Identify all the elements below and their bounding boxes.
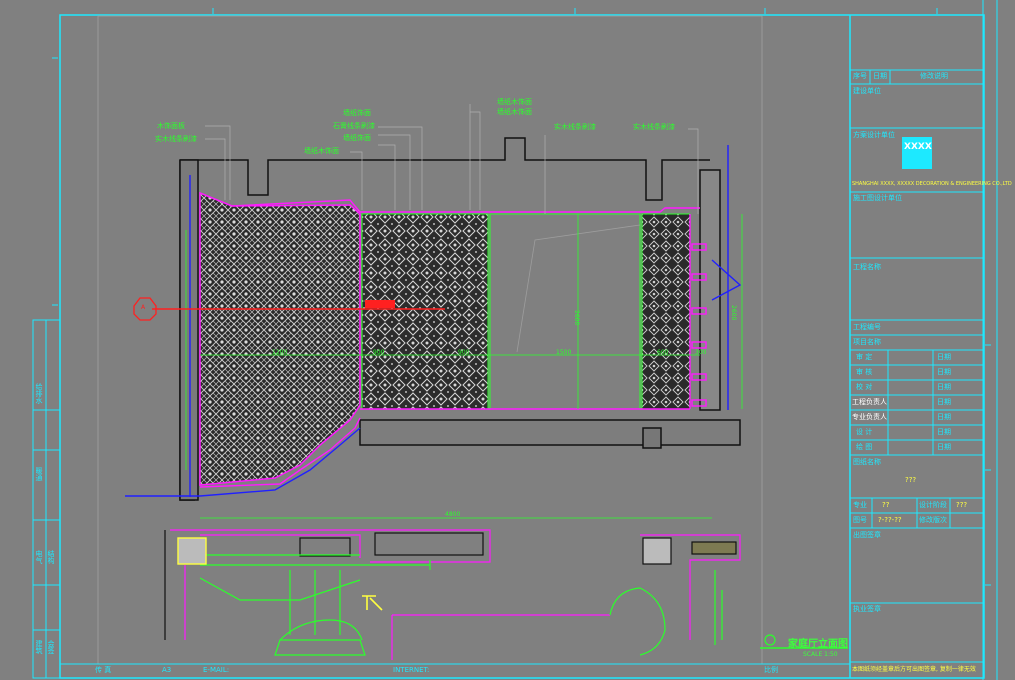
drawing-name-value: ??? xyxy=(905,476,917,484)
strip-label-5: 会签 xyxy=(47,640,55,654)
dim-height-right: 2600 xyxy=(730,305,737,321)
email-label: E-MAIL: xyxy=(203,666,230,674)
role-5: 设 计 xyxy=(856,428,873,436)
drawing-title: 家庭厅立面图 xyxy=(788,639,848,650)
callout-left-1: 木饰面板 xyxy=(157,122,185,130)
dim-seg-1: 1200 xyxy=(272,349,288,356)
dim-seg-5: 600 xyxy=(657,349,669,356)
rev-desc-header: 修改说明 xyxy=(920,72,948,80)
dim-seg-6: 300 xyxy=(695,349,707,356)
leader-lines xyxy=(205,104,699,214)
callout-top-1: 墙纸木饰面 xyxy=(497,98,532,106)
strip-label-3: 结构 xyxy=(47,550,55,564)
design-stage-value: ??? xyxy=(956,501,968,509)
role-1: 审 核 xyxy=(856,368,873,376)
client-label: 建设单位 xyxy=(853,87,881,95)
role-5-date: 日期 xyxy=(937,428,951,436)
dim-seg-2: 900 xyxy=(373,349,385,356)
dim-seg-4: 1500 xyxy=(556,349,572,356)
company-name-en: SHANGHAI XXXX, XXXXX DECORATION & ENGINE… xyxy=(852,181,1012,187)
internet-label: INTERNET: xyxy=(393,666,430,674)
role-2-date: 日期 xyxy=(937,383,951,391)
role-1-date: 日期 xyxy=(937,368,951,376)
strip-label-2: 电气 xyxy=(35,550,43,564)
fax-label: 传 真 xyxy=(95,666,112,674)
role-3: 工程负责人 xyxy=(852,398,887,406)
revision-no-label: 修改版次 xyxy=(919,516,947,524)
dim-height-main: 2600 xyxy=(573,310,580,326)
callout-mid-3: 墙纸饰面 xyxy=(343,134,371,142)
strip-label-0: 给排水 xyxy=(35,383,43,404)
role-4-date: 日期 xyxy=(937,413,951,421)
drawing-name-label: 图纸名称 xyxy=(853,458,881,466)
paper-size: A3 xyxy=(162,666,172,674)
drawing-no-value: ?-??-?? xyxy=(878,516,902,524)
section-marker-label: A xyxy=(141,304,146,311)
role-4: 专业负责人 xyxy=(852,413,887,421)
callout-right-2: 实木线条刷漆 xyxy=(633,123,675,131)
discipline-label: 专业 xyxy=(853,501,867,509)
dim-seg-3: 900 xyxy=(458,349,470,356)
role-6: 绘 图 xyxy=(856,443,873,451)
issue-stamp-label: 出图签章 xyxy=(853,531,881,539)
callout-mid-1: 墙纸饰面 xyxy=(343,109,371,117)
dim-total-width: 4800 xyxy=(445,511,461,518)
role-0: 审 定 xyxy=(856,353,873,361)
drawing-no-label: 图号 xyxy=(853,516,867,524)
strip-label-1: 暖通 xyxy=(35,467,43,481)
role-0-date: 日期 xyxy=(937,353,951,361)
rev-no-header: 序号 xyxy=(853,72,867,80)
callout-top-2: 墙纸木饰面 xyxy=(497,108,532,116)
design-stage-label: 设计阶段 xyxy=(919,501,947,509)
discipline-value: ?? xyxy=(882,501,890,509)
project-no-label: 工程编号 xyxy=(853,323,881,331)
company-logo-mark: XXXX xyxy=(904,142,932,152)
construction-unit-label: 施工图设计单位 xyxy=(853,194,902,202)
plan-view xyxy=(164,529,848,660)
practice-stamp-label: 执业签章 xyxy=(853,605,881,613)
left-sign-strip xyxy=(32,319,61,679)
callout-mid-4: 墙纸木饰面 xyxy=(304,147,339,155)
callout-left-2: 实木线条刷漆 xyxy=(155,135,197,143)
role-3-date: 日期 xyxy=(937,398,951,406)
design-unit-label: 方案设计单位 xyxy=(853,131,895,139)
rev-date-header: 日期 xyxy=(873,72,887,80)
callout-mid-2: 石膏线条刷漆 xyxy=(333,122,375,130)
role-6-date: 日期 xyxy=(937,443,951,451)
project-name-label: 工程名称 xyxy=(853,263,881,271)
footer-note: 本图纸须经盖章后方可出图签章, 复制一律无效 xyxy=(852,666,976,673)
callout-right-1: 实木线条刷漆 xyxy=(554,123,596,131)
role-2: 校 对 xyxy=(856,383,873,391)
scale-label: 比例 xyxy=(764,666,778,674)
item-name-label: 项目名称 xyxy=(853,338,881,346)
strip-label-4: 建筑 xyxy=(35,640,43,654)
drawing-scale: SCALE 1:50 xyxy=(803,651,838,658)
